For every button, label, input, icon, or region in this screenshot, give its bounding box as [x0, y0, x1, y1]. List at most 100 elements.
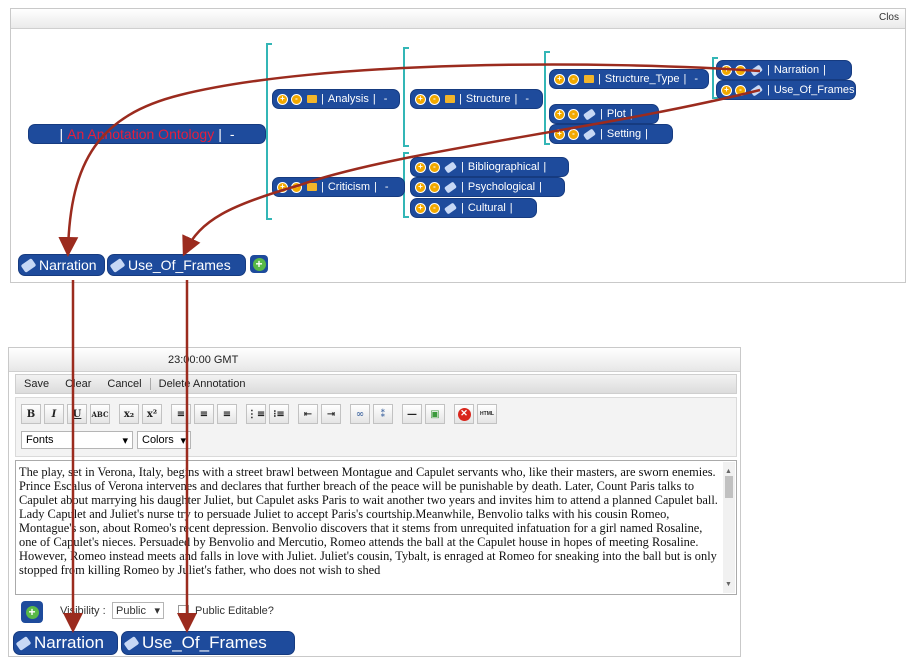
node-label: Setting: [606, 128, 642, 140]
node-label: Structure_Type: [604, 73, 680, 85]
public-editable-checkbox[interactable]: [178, 605, 189, 616]
link-icon[interactable]: ∞: [350, 404, 370, 424]
collapse-icon[interactable]: -: [429, 161, 440, 173]
collapse-icon[interactable]: -: [568, 108, 579, 120]
public-editable-label: Public Editable?: [195, 605, 274, 617]
scroll-down-icon[interactable]: ▼: [725, 577, 732, 591]
expand-icon[interactable]: +: [415, 202, 426, 214]
node-label: Structure: [465, 93, 511, 105]
remove-format-icon[interactable]: ✕: [454, 404, 474, 424]
strikethrough-button[interactable]: ABC: [90, 404, 110, 424]
chevron-down-icon: ▾: [154, 605, 160, 617]
visibility-select[interactable]: Public ▾: [112, 602, 164, 619]
tag-use-of-frames[interactable]: Use_Of_Frames: [121, 631, 295, 655]
collapse-button[interactable]: -: [525, 93, 529, 105]
collapse-icon[interactable]: -: [568, 73, 579, 85]
tag-label: Narration: [34, 633, 104, 652]
align-center-icon[interactable]: ≡: [194, 404, 214, 424]
close-link[interactable]: Clos: [879, 12, 899, 23]
image-icon[interactable]: ▣: [425, 404, 445, 424]
annotation-text: The play, set in Verona, Italy, begins w…: [19, 465, 718, 577]
tag-narration[interactable]: Narration: [13, 631, 118, 655]
folder-icon: [445, 95, 455, 103]
expand-icon[interactable]: +: [277, 181, 288, 193]
chevron-down-icon: ▾: [180, 434, 186, 447]
tag-icon: [749, 63, 764, 77]
tag-icon: [20, 257, 37, 273]
expand-icon[interactable]: +: [554, 128, 565, 140]
node-use-of-frames[interactable]: + - | Use_Of_Frames |: [716, 80, 861, 100]
color-select-value: Colors: [142, 434, 174, 446]
node-structure[interactable]: + - | Structure | -: [410, 89, 543, 109]
add-tag-button[interactable]: +: [21, 601, 43, 623]
node-criticism[interactable]: + - | Criticism | -: [272, 177, 405, 197]
expand-icon[interactable]: +: [277, 93, 288, 105]
tag-icon: [443, 201, 458, 215]
tag-use-of-frames[interactable]: Use_Of_Frames: [107, 254, 246, 276]
node-structure-type[interactable]: + - | Structure_Type | -: [549, 69, 709, 89]
unordered-list-icon[interactable]: ⁝≡: [269, 404, 289, 424]
subscript-button[interactable]: x₂: [119, 404, 139, 424]
superscript-button[interactable]: x²: [142, 404, 162, 424]
add-tag-button[interactable]: +: [250, 255, 268, 273]
font-select[interactable]: Fonts ▾: [21, 431, 133, 449]
chevron-down-icon: ▾: [122, 434, 128, 447]
collapse-icon[interactable]: -: [735, 84, 746, 96]
collapse-button[interactable]: -: [694, 73, 698, 85]
collapse-icon[interactable]: -: [735, 64, 746, 76]
align-right-icon[interactable]: ≡: [217, 404, 237, 424]
node-label: Narration: [773, 64, 820, 76]
annotation-textarea[interactable]: The play, set in Verona, Italy, begins w…: [15, 460, 737, 595]
underline-button[interactable]: U: [67, 404, 87, 424]
ontology-root-node[interactable]: | An Annotation Ontology | -: [28, 124, 266, 144]
node-plot[interactable]: + - | Plot |: [549, 104, 659, 124]
expand-icon[interactable]: +: [721, 64, 732, 76]
expand-icon[interactable]: +: [415, 181, 426, 193]
outdent-icon[interactable]: ⇤: [298, 404, 318, 424]
expand-icon[interactable]: +: [721, 84, 732, 96]
node-cultural[interactable]: + - | Cultural |: [410, 198, 537, 218]
html-button[interactable]: HTML: [477, 404, 497, 424]
editor-toolbar: B I U ABC x₂ x² ≡ ≡ ≡ ⋮≡ ⁝≡ ⇤ ⇥ ∞ ⁑ — ▣ …: [15, 397, 737, 457]
node-analysis[interactable]: + - | Analysis | -: [272, 89, 400, 109]
expand-icon[interactable]: +: [554, 108, 565, 120]
tag-narration[interactable]: Narration: [18, 254, 105, 276]
collapse-icon[interactable]: -: [429, 93, 440, 105]
annotation-editor: 23:00:00 GMT Save Clear Cancel Delete An…: [8, 347, 741, 657]
text-scrollbar[interactable]: ▲ ▼: [723, 462, 735, 593]
collapse-icon[interactable]: -: [568, 128, 579, 140]
expand-icon[interactable]: +: [554, 73, 565, 85]
cancel-button[interactable]: Cancel: [99, 378, 149, 390]
indent-icon[interactable]: ⇥: [321, 404, 341, 424]
collapse-icon[interactable]: -: [429, 202, 440, 214]
tag-icon: [749, 83, 764, 97]
collapse-button[interactable]: -: [384, 93, 388, 105]
collapse-icon[interactable]: -: [291, 93, 302, 105]
expand-icon[interactable]: +: [415, 93, 426, 105]
collapse-button[interactable]: -: [385, 181, 389, 193]
editor-actions: Save Clear Cancel Delete Annotation: [15, 374, 737, 394]
node-setting[interactable]: + - | Setting |: [549, 124, 673, 144]
bold-button[interactable]: B: [21, 404, 41, 424]
delete-annotation-button[interactable]: Delete Annotation: [151, 378, 254, 390]
node-bibliographical[interactable]: + - | Bibliographical |: [410, 157, 569, 177]
folder-icon: [307, 95, 317, 103]
scroll-thumb[interactable]: [725, 476, 733, 498]
align-left-icon[interactable]: ≡: [171, 404, 191, 424]
collapse-button[interactable]: -: [230, 126, 235, 142]
ordered-list-icon[interactable]: ⋮≡: [246, 404, 266, 424]
save-button[interactable]: Save: [16, 378, 57, 390]
unlink-icon[interactable]: ⁑: [373, 404, 393, 424]
tag-icon: [443, 160, 458, 174]
collapse-icon[interactable]: -: [429, 181, 440, 193]
color-select[interactable]: Colors ▾: [137, 431, 191, 449]
expand-icon[interactable]: +: [415, 161, 426, 173]
folder-icon: [584, 75, 594, 83]
node-narration[interactable]: + - | Narration |: [716, 60, 852, 80]
horizontal-rule-icon[interactable]: —: [402, 404, 422, 424]
node-psychological[interactable]: + - | Psychological |: [410, 177, 565, 197]
editor-footer: + Visibility : Public ▾ Public Editable?: [15, 598, 737, 626]
collapse-icon[interactable]: -: [291, 181, 302, 193]
clear-button[interactable]: Clear: [57, 378, 99, 390]
italic-button[interactable]: I: [44, 404, 64, 424]
